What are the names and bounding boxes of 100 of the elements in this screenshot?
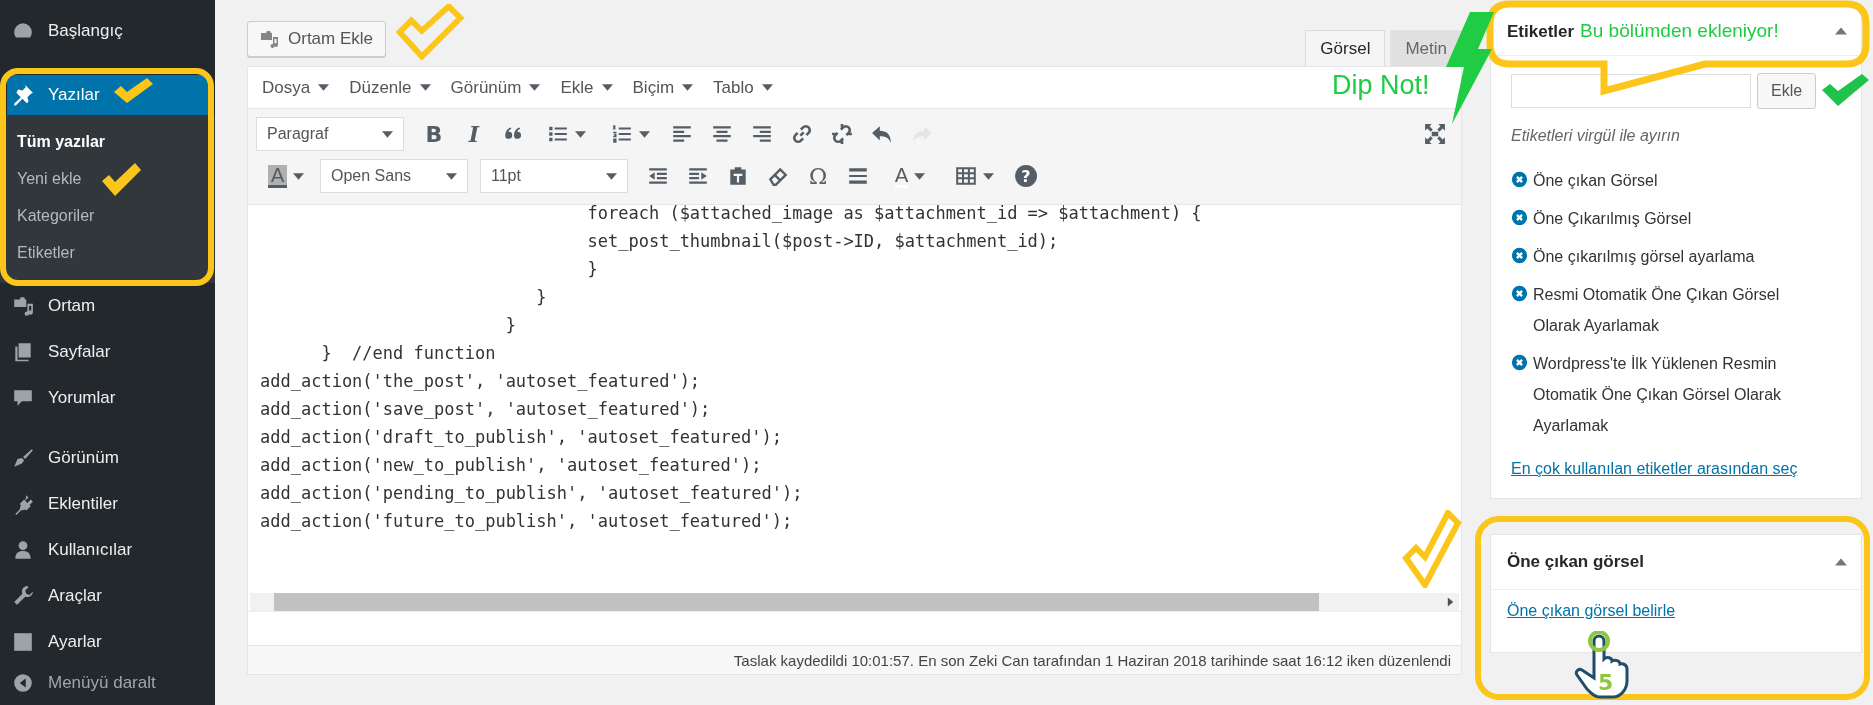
- code-line: }: [504, 314, 517, 337]
- collapse-icon: [12, 672, 34, 694]
- remove-icon[interactable]: [1511, 247, 1528, 264]
- format-select[interactable]: Paragraf: [256, 117, 404, 151]
- caret-icon: [982, 170, 994, 182]
- status-text: Taslak kaydedildi 10:01:57. En son Zeki Can tarafından 1 Haziran 2018 tarihinde saat 16:12 iken düzenlendi: [733, 651, 1451, 669]
- panel-title: Öne çıkan görsel: [1507, 552, 1644, 572]
- caret-icon[interactable]: [1835, 25, 1847, 37]
- submenu-item[interactable]: Etiketler: [7, 234, 79, 271]
- align-icon: [671, 123, 693, 145]
- sidebar-item[interactable]: Ortam: [0, 283, 215, 329]
- italic-button[interactable]: I: [456, 117, 492, 151]
- caret-icon: [382, 128, 393, 140]
- sidebar-item[interactable]: Başlangıç: [0, 8, 215, 54]
- arrow-right-icon[interactable]: [1446, 597, 1455, 607]
- code-line: foreach ($attached_image as $attachment_id => $attachment) {: [586, 205, 1203, 225]
- sidebar-item[interactable]: Yorumlar: [0, 375, 215, 421]
- caret-icon: [682, 82, 694, 93]
- menu-item[interactable]: Ekle: [550, 77, 623, 98]
- popular-tags-link[interactable]: En çok kullanılan etiketler arasından seç: [1511, 460, 1798, 478]
- special-character-button[interactable]: Ω: [800, 159, 836, 193]
- caret-icon: [529, 82, 541, 93]
- check-mark-icon: [114, 78, 154, 104]
- sidebar-item[interactable]: Eklentiler: [0, 481, 215, 527]
- collapse-menu-button[interactable]: Menüyü daralt: [0, 665, 215, 701]
- align-icon: [751, 123, 773, 145]
- tag-label: Öne Çıkarılmış Görsel: [1533, 209, 1693, 229]
- indent-icon: [647, 165, 669, 187]
- code-line: }: [586, 258, 599, 281]
- caret-icon: [446, 170, 457, 182]
- caret-icon: [638, 128, 650, 140]
- tag-label: Resmi Otomatik Öne Çıkan Görsel Olarak Ayarlamak: [1533, 285, 1781, 336]
- menu-item[interactable]: Düzenle: [339, 77, 441, 98]
- code-line: add_action('save_post', 'autoset_featured');: [260, 398, 712, 421]
- eraser-icon: [767, 165, 789, 187]
- pages-icon: [12, 341, 34, 363]
- caret-icon: [914, 170, 926, 182]
- remove-icon[interactable]: [1511, 285, 1528, 302]
- code-line: set_post_thumbnail($post->ID, $attachment_id);: [586, 230, 1060, 253]
- step-number: 5: [1598, 672, 1614, 694]
- sidebar-item[interactable]: Sayfalar: [0, 329, 215, 375]
- text-color-button[interactable]: A: [880, 159, 940, 193]
- size-select[interactable]: 11pt: [480, 159, 628, 193]
- caret-icon: [419, 82, 431, 93]
- check-mark-icon: [1822, 74, 1870, 106]
- add-button[interactable]: Ekle: [1757, 73, 1817, 109]
- caret-icon: [601, 82, 613, 93]
- submenu-item[interactable]: Tüm yazılar: [7, 123, 110, 160]
- submenu-item[interactable]: Yeni ekle: [7, 160, 86, 197]
- menu-item[interactable]: Dosya: [252, 77, 340, 98]
- help-button[interactable]: ?: [1008, 159, 1044, 193]
- brush-icon: [12, 447, 34, 469]
- clipboard-icon: [727, 165, 749, 187]
- indent-icon: [687, 165, 709, 187]
- check-mark-icon: [102, 163, 142, 197]
- code-line: }: [535, 286, 548, 309]
- hint-text: Etiketleri virgül ile ayırın: [1511, 127, 1681, 145]
- wrench-icon: [12, 585, 34, 607]
- sidebar-item[interactable]: Yazılar: [7, 75, 208, 115]
- remove-icon[interactable]: [1511, 354, 1528, 371]
- remove-icon[interactable]: [1511, 209, 1528, 226]
- annotation-text: Bu bölümden ekleniyor!: [1580, 20, 1779, 42]
- code-line: add_action('the_post', 'autoset_featured');: [260, 370, 702, 393]
- caret-icon: [761, 82, 773, 93]
- pin-icon: [12, 84, 34, 106]
- code-line: add_action('future_to_publish', 'autoset_featured');: [260, 510, 794, 533]
- sidebar-item[interactable]: Araçlar: [0, 573, 215, 619]
- unlink-icon: [831, 123, 853, 145]
- media-icon: [12, 295, 34, 317]
- set-featured-image-link[interactable]: Öne çıkan görsel belirle: [1507, 602, 1676, 620]
- code-line: add_action('pending_to_publish', 'autoset_featured');: [260, 482, 804, 505]
- horizontal-line-icon: [847, 165, 869, 187]
- tag-label: Wordpress'te İlk Yüklenen Resmin Otomatik Öne Çıkan Görsel Olarak Ayarlamak: [1533, 354, 1783, 436]
- editor-tab[interactable]: Metin: [1390, 30, 1462, 66]
- caret-icon: [574, 128, 586, 140]
- menu-item[interactable]: Tablo: [703, 77, 783, 98]
- align-icon: [711, 123, 733, 145]
- code-line: add_action('draft_to_publish', 'autoset_featured');: [260, 426, 783, 449]
- font-select[interactable]: Open Sans: [320, 159, 468, 193]
- sidebar-item[interactable]: Görünüm: [0, 435, 215, 481]
- tag-input-field[interactable]: [1511, 74, 1751, 108]
- add-media-button[interactable]: Ortam Ekle: [247, 21, 387, 57]
- panel-title: Etiketler: [1507, 22, 1575, 42]
- annotation-text: Dip Not!: [1332, 70, 1430, 101]
- bold-button[interactable]: B: [416, 117, 452, 151]
- menu-item[interactable]: Görünüm: [440, 77, 551, 98]
- tag-label: Öne çıkarılmış görsel ayarlama: [1533, 247, 1756, 267]
- submenu-item[interactable]: Kategoriler: [7, 197, 99, 234]
- caret-icon: [293, 170, 305, 182]
- tag-label: Öne çıkan Görsel: [1533, 171, 1659, 191]
- editor-tab[interactable]: Görsel: [1305, 30, 1386, 66]
- remove-icon[interactable]: [1511, 171, 1528, 188]
- link-icon: [791, 123, 813, 145]
- caret-icon[interactable]: [1835, 556, 1847, 568]
- code-line: } //end function: [320, 342, 497, 365]
- media-icon: [260, 29, 280, 49]
- sidebar-item[interactable]: Kullanıcılar: [0, 527, 215, 573]
- caret-icon: [606, 170, 617, 182]
- menu-item[interactable]: Biçim: [622, 77, 704, 98]
- sidebar-item[interactable]: Ayarlar: [0, 619, 215, 665]
